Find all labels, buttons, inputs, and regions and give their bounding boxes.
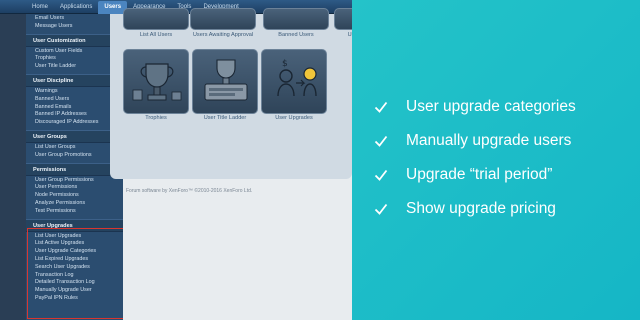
sidebar-item[interactable]: User Upgrade Categories <box>26 248 123 256</box>
feature-text: Manually upgrade users <box>406 132 572 149</box>
sidebar-item[interactable]: Warnings <box>26 87 123 96</box>
user-upgrade-icon: $ <box>277 59 317 97</box>
sidebar-item-email-users[interactable]: Email Users <box>26 14 123 23</box>
sidebar-header[interactable]: User Upgrades <box>26 218 123 232</box>
sidebar-item[interactable]: User Permissions <box>26 184 123 192</box>
sidebar-item[interactable]: Detailed Transaction Log <box>26 279 123 287</box>
sidebar-section-user-discipline: User Discipline Warnings Banned Users Ba… <box>26 73 123 127</box>
sidebar-item[interactable]: PayPal IPN Rules <box>26 295 123 303</box>
check-icon <box>374 101 388 113</box>
sidebar-item[interactable]: Transaction Log <box>26 272 123 280</box>
sidebar-item[interactable]: Search User Upgrades <box>26 264 123 272</box>
feature-item: Upgrade “trial period” <box>374 166 552 184</box>
tile-label-banned-users: Banned Users <box>278 32 314 38</box>
tile-label-list-all-users: List All Users <box>139 32 173 38</box>
sidebar-item[interactable]: Analyze Permissions <box>26 200 123 208</box>
sidebar-header[interactable]: User Discipline <box>26 73 123 87</box>
tile-banned-users[interactable] <box>263 8 329 30</box>
sidebar-item[interactable]: Discouraged IP Addresses <box>26 119 123 127</box>
feature-text: Upgrade “trial period” <box>406 166 553 183</box>
feature-item: Show upgrade pricing <box>374 200 556 218</box>
sidebar-item[interactable]: User Title Ladder <box>26 63 123 71</box>
check-icon <box>374 169 388 181</box>
tile-label-user-upgrades: User Upgrades <box>275 115 313 121</box>
sidebar-section-user-upgrades: User Upgrades List User Upgrades List Ac… <box>26 218 123 303</box>
tile-label-user-title-ladder: User Title Ladder <box>203 115 247 121</box>
sidebar-item[interactable]: Test Permissions <box>26 208 123 216</box>
check-icon <box>374 203 388 215</box>
sidebar-item[interactable]: Banned Emails <box>26 104 123 112</box>
sidebar-section-permissions: Permissions User Group Permissions User … <box>26 162 123 216</box>
sidebar-section-user-customization: User Customization Custom User Fields Tr… <box>26 33 123 71</box>
sidebar: Email Users Message Users User Customiza… <box>26 14 123 320</box>
sidebar-item[interactable]: Node Permissions <box>26 192 123 200</box>
sidebar-item[interactable]: List User Groups <box>26 143 123 152</box>
trophy-icon <box>132 63 182 101</box>
feature-text: Show upgrade pricing <box>406 200 556 217</box>
svg-text:$: $ <box>282 59 288 69</box>
left-strip <box>0 14 26 320</box>
sidebar-item-message-users[interactable]: Message Users <box>26 23 123 31</box>
tile-trophies[interactable] <box>123 49 189 114</box>
tile-list-all-users[interactable] <box>123 8 189 30</box>
sidebar-item[interactable]: Trophies <box>26 55 123 63</box>
check-icon <box>374 135 388 147</box>
tile-label-users-awaiting-approval: Users Awaiting Approval <box>192 32 254 38</box>
title-ladder-icon <box>204 59 248 101</box>
sidebar-item[interactable]: User Group Permissions <box>26 176 123 185</box>
users-tile-panel: List All Users Users Awaiting Approval B… <box>110 8 364 179</box>
sidebar-section-user-groups: User Groups List User Groups User Group … <box>26 129 123 160</box>
feature-text: User upgrade categories <box>406 98 576 115</box>
sidebar-item[interactable]: Banned IP Addresses <box>26 111 123 119</box>
sidebar-header[interactable]: User Groups <box>26 129 123 143</box>
feature-panel: User upgrade categories Manually upgrade… <box>352 0 640 320</box>
sidebar-item[interactable]: List Active Upgrades <box>26 240 123 248</box>
tile-users-awaiting-approval[interactable] <box>190 8 256 30</box>
feature-item: User upgrade categories <box>374 98 576 116</box>
sidebar-item[interactable]: Manually Upgrade User <box>26 287 123 295</box>
tile-label-trophies: Trophies <box>145 115 167 121</box>
footer-copyright: Forum software by XenForo™ ©2010-2016 Xe… <box>126 188 253 194</box>
sidebar-item[interactable]: List Expired Upgrades <box>26 256 123 264</box>
tile-user-title-ladder[interactable] <box>192 49 258 114</box>
sidebar-header[interactable]: Permissions <box>26 162 123 176</box>
sidebar-header[interactable]: User Customization <box>26 33 123 47</box>
feature-item: Manually upgrade users <box>374 132 571 150</box>
sidebar-item[interactable]: User Group Promotions <box>26 152 123 160</box>
sidebar-item[interactable]: List User Upgrades <box>26 232 123 241</box>
tab-home[interactable]: Home <box>26 1 54 14</box>
sidebar-item[interactable]: Custom User Fields <box>26 47 123 56</box>
tab-applications[interactable]: Applications <box>54 1 98 14</box>
sidebar-item[interactable]: Banned Users <box>26 96 123 104</box>
tile-user-upgrades[interactable]: $ <box>261 49 327 114</box>
